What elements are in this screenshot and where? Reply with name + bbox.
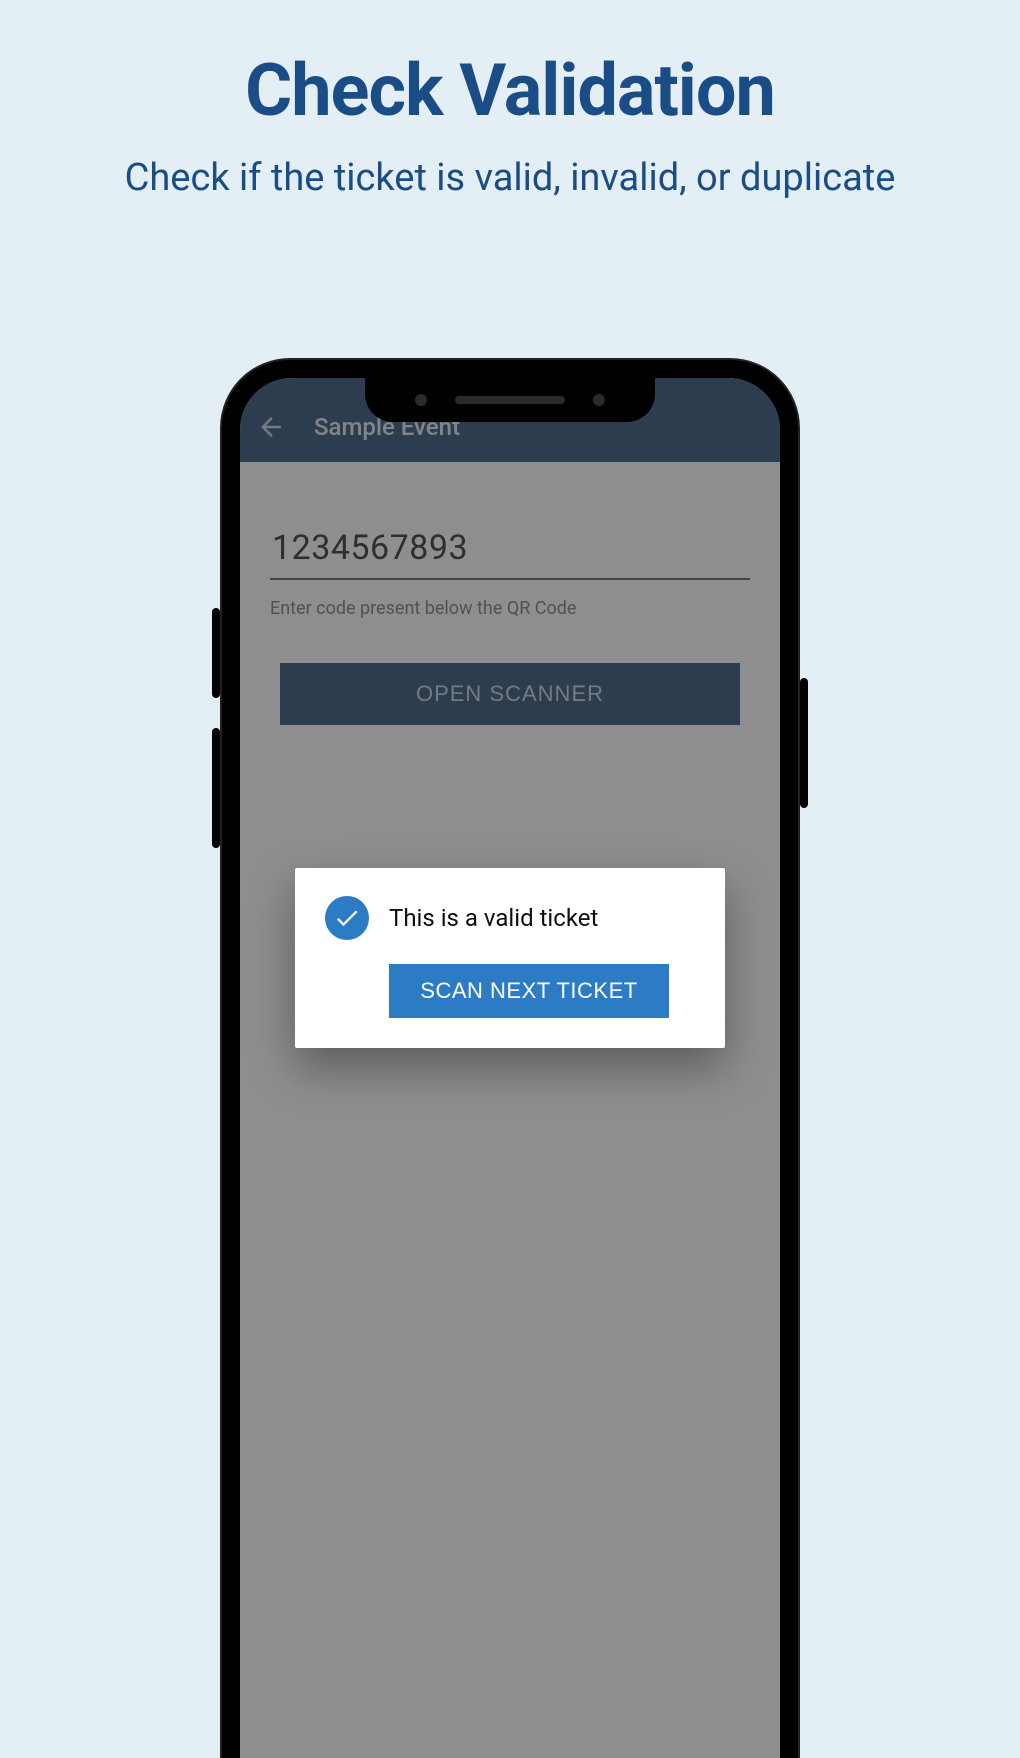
front-sensor-icon bbox=[415, 394, 427, 406]
phone-frame: Sample Event Enter code present below th… bbox=[220, 358, 800, 1758]
phone-screen: Sample Event Enter code present below th… bbox=[240, 378, 780, 1758]
page-title: Check Validation bbox=[0, 48, 1020, 133]
phone-power-button bbox=[800, 678, 808, 808]
phone-volume-up bbox=[212, 608, 220, 698]
scan-next-ticket-button[interactable]: SCAN NEXT TICKET bbox=[389, 964, 669, 1018]
validation-dialog: This is a valid ticket SCAN NEXT TICKET bbox=[295, 868, 725, 1048]
check-icon bbox=[333, 904, 361, 932]
modal-backdrop[interactable] bbox=[240, 378, 780, 1758]
dialog-message: This is a valid ticket bbox=[389, 904, 598, 932]
front-camera-icon bbox=[593, 394, 605, 406]
phone-mockup: Sample Event Enter code present below th… bbox=[220, 358, 800, 1758]
valid-check-icon bbox=[325, 896, 369, 940]
page-subtitle: Check if the ticket is valid, invalid, o… bbox=[0, 153, 1020, 204]
phone-speaker bbox=[455, 396, 565, 404]
phone-notch bbox=[365, 378, 655, 422]
phone-volume-down bbox=[212, 728, 220, 848]
